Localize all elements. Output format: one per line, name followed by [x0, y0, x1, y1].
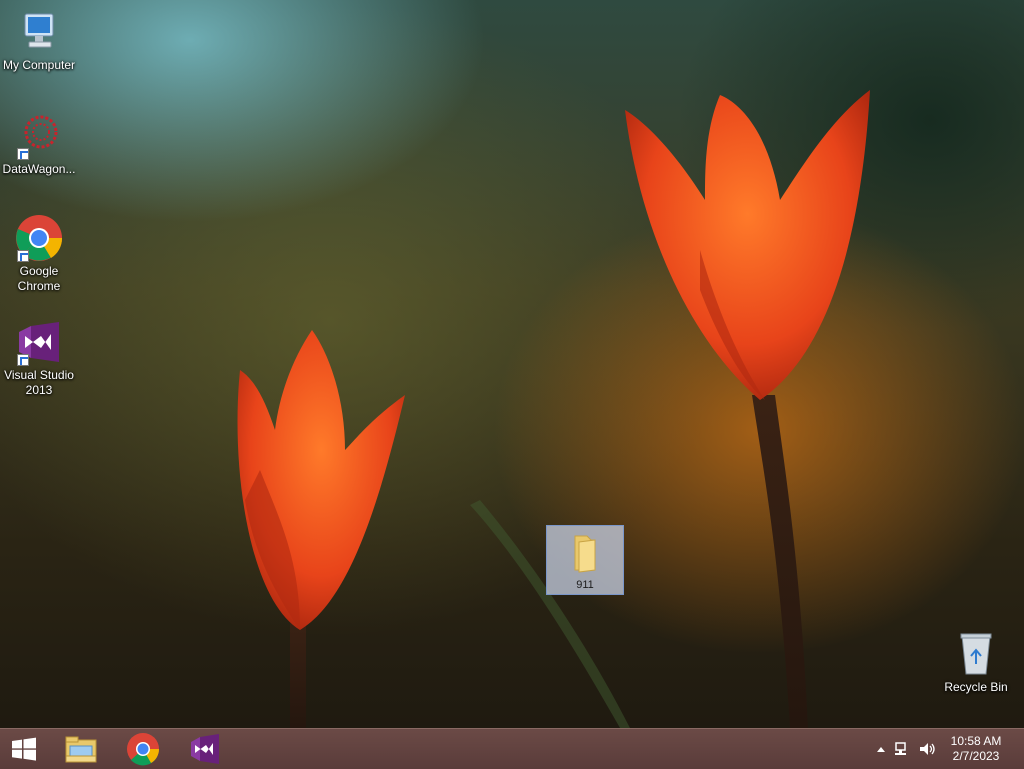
- taskbar-visual-studio[interactable]: [182, 729, 228, 769]
- desktop-icon-label: DataWagon...: [2, 162, 76, 176]
- visual-studio-icon: [191, 734, 219, 764]
- desktop-icon-label: Google Chrome: [17, 264, 61, 293]
- clock-time: 10:58 AM: [950, 734, 1002, 748]
- desktop-icon-label: 911: [576, 579, 594, 591]
- desktop[interactable]: My Computer DataWagon... Google Chrome V…: [0, 0, 1024, 728]
- taskbar-chrome[interactable]: [120, 729, 166, 769]
- desktop-icon-datawagon[interactable]: DataWagon...: [0, 112, 78, 177]
- datawagon-icon: [15, 112, 63, 160]
- wallpaper-tulips: [237, 90, 870, 728]
- clock-date: 2/7/2023: [952, 749, 1000, 763]
- desktop-icon-recycle-bin[interactable]: Recycle Bin: [936, 630, 1016, 695]
- file-explorer-icon: [65, 736, 97, 763]
- shortcut-arrow-icon: [17, 148, 29, 160]
- taskbar-file-explorer[interactable]: [58, 729, 104, 769]
- desktop-icon-label: Visual Studio 2013: [4, 368, 74, 397]
- system-tray: 10:58 AM 2/7/2023: [864, 729, 1024, 769]
- chrome-icon: [15, 214, 63, 262]
- desktop-icon-label: My Computer: [2, 58, 76, 72]
- start-button[interactable]: [0, 729, 48, 769]
- chevron-up-icon[interactable]: [876, 745, 886, 753]
- desktop-icon-my-computer[interactable]: My Computer: [0, 8, 78, 73]
- folder-icon: [561, 528, 609, 576]
- clock[interactable]: 10:58 AM 2/7/2023: [946, 734, 1006, 764]
- shortcut-arrow-icon: [17, 250, 29, 262]
- desktop-icon-label: Recycle Bin: [944, 680, 1008, 694]
- speaker-icon[interactable]: [918, 741, 936, 757]
- visual-studio-icon: [15, 318, 63, 366]
- desktop-icon-visual-studio[interactable]: Visual Studio 2013: [0, 318, 78, 398]
- computer-icon: [15, 8, 63, 56]
- taskbar: 10:58 AM 2/7/2023: [0, 728, 1024, 769]
- network-icon[interactable]: [894, 741, 910, 757]
- desktop-icon-folder-911[interactable]: 911: [546, 525, 624, 595]
- recycle-bin-icon: [952, 630, 1000, 678]
- windows-logo-icon: [12, 737, 36, 761]
- chrome-icon: [127, 733, 160, 766]
- desktop-icon-google-chrome[interactable]: Google Chrome: [0, 214, 78, 294]
- shortcut-arrow-icon: [17, 354, 29, 366]
